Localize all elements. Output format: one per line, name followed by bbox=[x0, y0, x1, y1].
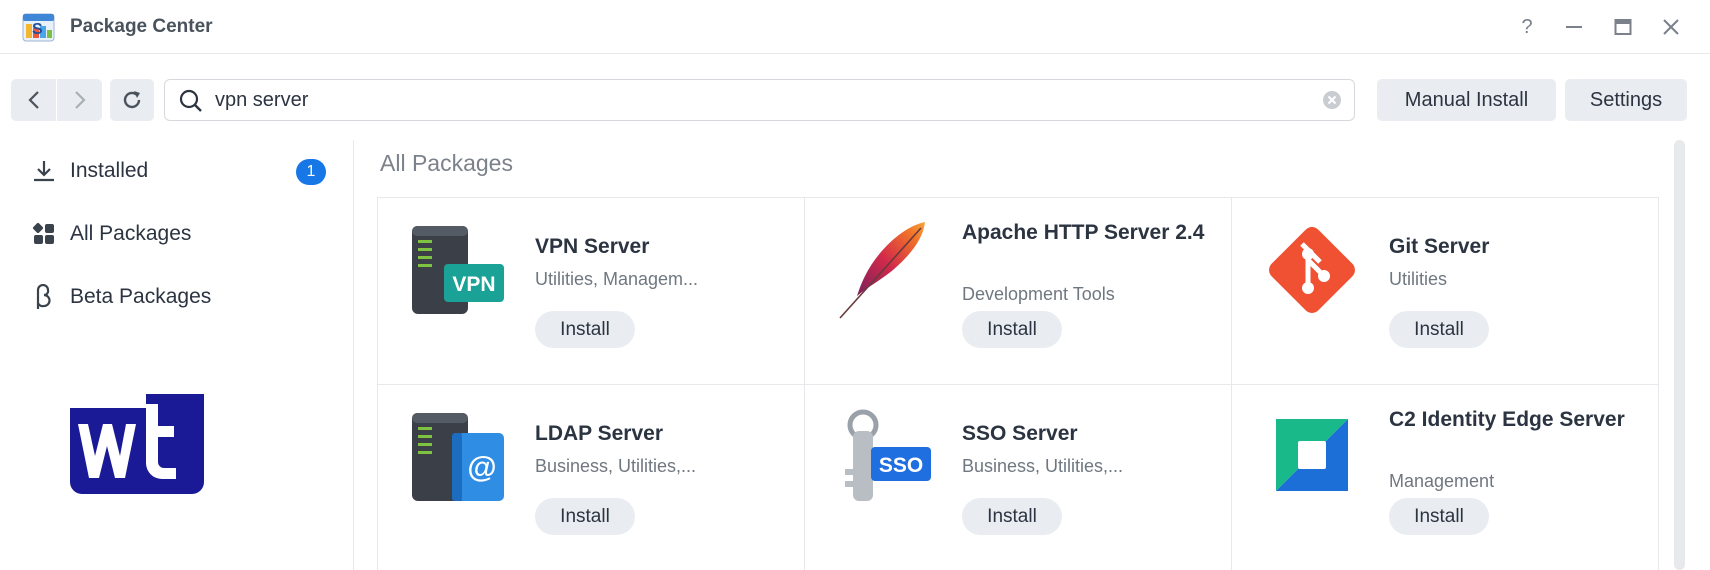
package-name[interactable]: C2 Identity Edge Server bbox=[1389, 405, 1639, 435]
package-grid: VPN VPN Server Utilities, Managem... Ins… bbox=[377, 197, 1659, 570]
forward-button[interactable] bbox=[57, 79, 102, 121]
vertical-scrollbar[interactable] bbox=[1674, 140, 1685, 570]
beta-icon bbox=[24, 284, 66, 310]
package-name[interactable]: SSO Server bbox=[962, 419, 1212, 449]
install-button[interactable]: Install bbox=[1389, 498, 1489, 535]
apache-feather-icon bbox=[839, 222, 925, 319]
settings-button[interactable]: Settings bbox=[1565, 79, 1687, 121]
close-button[interactable] bbox=[1658, 14, 1684, 40]
package-card-ldap-server[interactable]: @ LDAP Server Business, Utilities,... In… bbox=[378, 385, 805, 570]
install-button[interactable]: Install bbox=[962, 498, 1062, 535]
sso-key-icon: SSO bbox=[845, 409, 931, 501]
install-button[interactable]: Install bbox=[1389, 311, 1489, 348]
vpn-icon-text: VPN bbox=[452, 273, 495, 296]
package-name[interactable]: Git Server bbox=[1389, 232, 1639, 262]
ldap-icon-text: @ bbox=[467, 451, 496, 484]
package-card-sso-server[interactable]: SSO SSO Server Business, Utilities,... I… bbox=[805, 385, 1232, 570]
nav-buttons bbox=[11, 79, 102, 121]
package-category: Business, Utilities,... bbox=[962, 456, 1124, 476]
package-category: Business, Utilities,... bbox=[535, 456, 697, 476]
manual-install-button[interactable]: Manual Install bbox=[1377, 79, 1556, 121]
sidebar-item-installed[interactable]: Installed 1 bbox=[24, 149, 334, 193]
back-button[interactable] bbox=[11, 79, 56, 121]
installed-count-badge: 1 bbox=[296, 159, 326, 185]
package-category: Utilities, Managem... bbox=[535, 269, 699, 289]
clear-search-icon[interactable] bbox=[1322, 90, 1342, 110]
minimize-icon bbox=[1566, 26, 1582, 28]
sidebar-item-label: Beta Packages bbox=[70, 285, 212, 308]
package-name[interactable]: LDAP Server bbox=[535, 419, 785, 449]
minimize-button[interactable] bbox=[1561, 14, 1587, 40]
download-icon bbox=[24, 159, 66, 183]
window-title: Package Center bbox=[70, 16, 213, 37]
sso-icon-text: SSO bbox=[879, 454, 923, 477]
package-card-apache-http-server[interactable]: Apache HTTP Server 2.4 Development Tools… bbox=[805, 198, 1232, 385]
install-button[interactable]: Install bbox=[535, 498, 635, 535]
ldap-server-icon: @ bbox=[412, 413, 504, 501]
search-icon bbox=[179, 89, 202, 112]
install-button[interactable]: Install bbox=[962, 311, 1062, 348]
package-name[interactable]: VPN Server bbox=[535, 232, 785, 262]
sidebar: Installed 1 All Packages Beta Packages bbox=[0, 140, 354, 570]
package-name[interactable]: Apache HTTP Server 2.4 bbox=[962, 218, 1212, 248]
chevron-left-icon bbox=[27, 91, 39, 109]
help-button[interactable]: ? bbox=[1514, 14, 1540, 40]
package-category: Utilities bbox=[1389, 269, 1448, 289]
maximize-button[interactable] bbox=[1610, 14, 1636, 40]
grid-icon bbox=[24, 222, 66, 246]
search-input[interactable] bbox=[215, 86, 1275, 114]
git-icon bbox=[1269, 227, 1355, 313]
package-category: Development Tools bbox=[962, 284, 1115, 304]
refresh-icon bbox=[123, 91, 141, 109]
package-card-vpn-server[interactable]: VPN VPN Server Utilities, Managem... Ins… bbox=[378, 198, 805, 385]
search-box[interactable] bbox=[164, 79, 1355, 121]
c2-identity-icon bbox=[1276, 419, 1348, 491]
package-card-c2-identity-edge-server[interactable]: C2 Identity Edge Server Management Insta… bbox=[1232, 385, 1659, 570]
sidebar-item-all-packages[interactable]: All Packages bbox=[24, 212, 334, 256]
package-center-icon: S bbox=[22, 13, 55, 42]
refresh-button[interactable] bbox=[110, 79, 154, 121]
sidebar-item-beta-packages[interactable]: Beta Packages bbox=[24, 275, 334, 319]
maximize-icon bbox=[1614, 19, 1632, 35]
page-title: All Packages bbox=[380, 150, 513, 176]
package-category: Management bbox=[1389, 471, 1495, 491]
svg-text:S: S bbox=[32, 21, 43, 38]
title-bar: S Package Center ? bbox=[0, 0, 1710, 54]
install-button[interactable]: Install bbox=[535, 311, 635, 348]
chevron-right-icon bbox=[74, 91, 86, 109]
package-card-git-server[interactable]: Git Server Utilities Install bbox=[1232, 198, 1659, 385]
wt-logo bbox=[70, 394, 204, 494]
sidebar-item-label: All Packages bbox=[70, 222, 192, 245]
close-icon bbox=[1663, 19, 1679, 35]
sidebar-item-label: Installed bbox=[70, 159, 149, 182]
vpn-server-icon: VPN bbox=[412, 226, 504, 314]
